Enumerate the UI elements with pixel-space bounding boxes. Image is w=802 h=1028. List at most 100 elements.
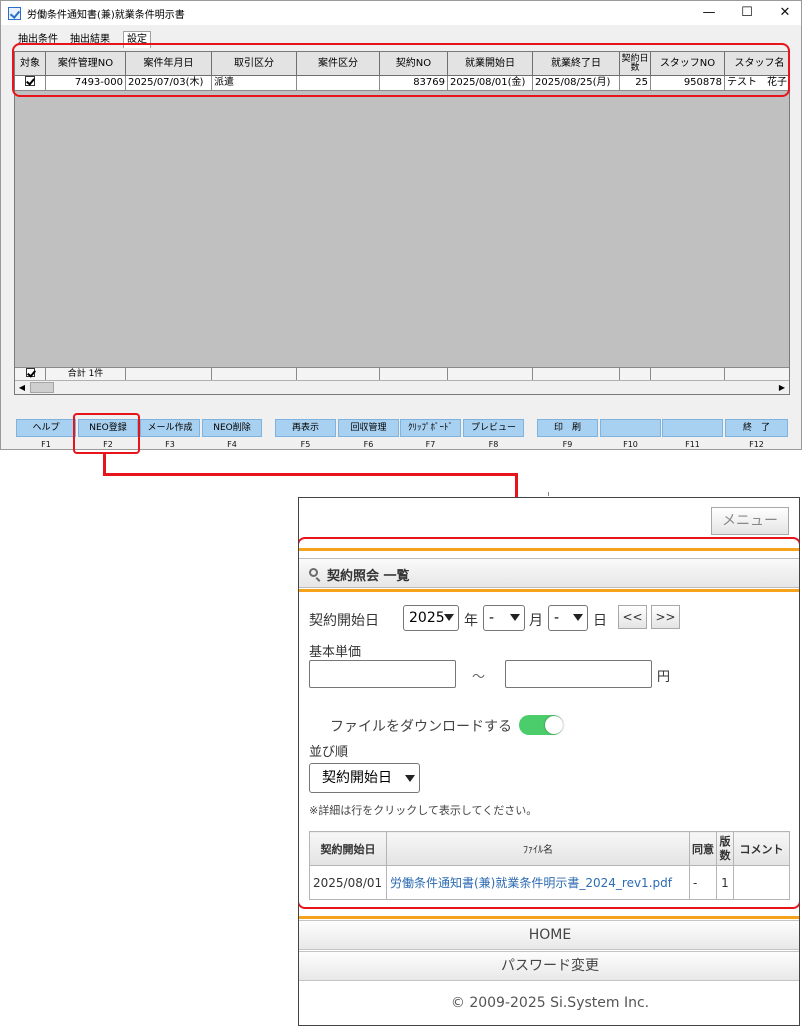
scroll-left-icon[interactable]: ◀ [16,382,28,393]
fkey-f11-label: F11 [685,440,700,449]
scroll-thumb[interactable] [30,382,54,393]
grid-header: 対象 案件管理NO 案件年月日 取引区分 案件区分 契約NO 就業開始日 就業終… [15,52,789,76]
fkey-f9-label: F9 [562,440,573,449]
fkey-f7-button[interactable]: ｸﾘｯﾌﾟﾎﾞｰﾄﾞ [400,419,461,437]
col-header-case-type[interactable]: 案件区分 [297,52,380,76]
title-bar: 労働条件通知書(兼)就業条件明示書 — ☐ ✕ [1,1,801,25]
col-header-staff-name[interactable]: スタッフ名 [725,52,789,76]
select-all-checkbox[interactable] [25,368,35,377]
fkey-f3-button[interactable]: メール作成 [140,419,200,437]
fkey-f12-button[interactable]: 終 了 [725,419,788,437]
app-icon [8,7,21,20]
col-header-start-date[interactable]: 就業開始日 [448,52,533,76]
currency-unit: 円 [657,670,671,685]
close-button[interactable]: ✕ [767,1,801,25]
col-header-comment: コメント [733,831,790,866]
chevron-down-icon [573,614,583,621]
chevron-down-icon [444,614,454,621]
table-row[interactable]: 2025/08/01 労働条件通知書(兼)就業条件明示書_2024_rev1.p… [309,865,790,900]
cell-end-date: 2025/08/25(月) [533,76,620,91]
col-header-transaction-type[interactable]: 取引区分 [212,52,297,76]
cell-case-date: 2025/07/03(木) [126,76,212,91]
year-select[interactable]: 2025 [403,605,459,631]
col-header-end-date[interactable]: 就業終了日 [533,52,620,76]
app-window: 労働条件通知書(兼)就業条件明示書 — ☐ ✕ 抽出条件 抽出結果 設定 対象 … [0,0,802,450]
prev-period-button[interactable]: << [618,605,647,629]
nav-password-change-link[interactable]: パスワード変更 [299,951,799,981]
table-row[interactable]: 7493-000 2025/07/03(木) 派遣 83769 2025/08/… [15,76,789,91]
window-title: 労働条件通知書(兼)就業条件明示書 [27,10,185,21]
row-checkbox-cell[interactable] [15,76,46,91]
tab-extract-results[interactable]: 抽出結果 [67,31,113,48]
help-note: ※詳細は行をクリックして表示してください。 [309,804,538,817]
cell-staff-no: 950878 [651,76,725,91]
row-checkbox[interactable] [25,76,35,86]
next-period-button[interactable]: >> [651,605,680,629]
tab-extract-conditions[interactable]: 抽出条件 [15,31,61,48]
fkey-f5-label: F5 [300,440,311,449]
connector-line [103,473,518,476]
unit-price-max-input[interactable] [505,660,652,688]
nav-home-link[interactable]: HOME [299,920,799,950]
fkey-f9-button[interactable]: 印 刷 [537,419,598,437]
day-value: - [554,610,560,626]
horizontal-scrollbar[interactable]: ◀ ▶ [15,380,789,394]
month-select[interactable]: - [483,605,525,631]
unit-price-min-input[interactable] [309,660,456,688]
fkey-f4-label: F4 [227,440,237,449]
cell-agree: - [689,865,717,900]
download-toggle[interactable] [519,715,563,735]
contract-table: 契約開始日 ﾌｧｲﾙ名 同意 版数 コメント 2025/08/01 労働条件通知… [309,831,790,900]
footer-cell [620,367,651,380]
col-header-file-name: ﾌｧｲﾙ名 [386,831,690,866]
fkey-f4-button[interactable]: NEO削除 [202,419,262,437]
unit-price-label: 基本単価 [309,645,362,660]
col-header-case-date[interactable]: 案件年月日 [126,52,212,76]
sort-select[interactable]: 契約開始日 [309,763,420,793]
accent-rule [299,589,799,592]
fkey-f8-button[interactable]: プレビュー [463,419,524,437]
cell-version: 1 [716,865,734,900]
toggle-knob [545,716,563,734]
fkey-f8-label: F8 [488,440,499,449]
col-header-contract-days[interactable]: 契約日数 [620,52,651,76]
col-header-contract-no[interactable]: 契約NO [380,52,448,76]
col-header-staff-no[interactable]: スタッフNO [651,52,725,76]
cell-start-date: 2025/08/01 [309,865,387,900]
tab-settings[interactable]: 設定 [123,31,151,48]
footer-checkbox-cell[interactable] [15,367,46,380]
download-toggle-label: ファイルをダウンロードする [330,719,512,735]
col-header-start-date: 契約開始日 [309,831,387,866]
fkey-f6-button[interactable]: 回収管理 [338,419,399,437]
fkey-f3-label: F3 [165,440,175,449]
divider [548,492,549,496]
menu-button[interactable]: メニュー [711,507,789,535]
copyright: © 2009-2025 Si.System Inc. [450,995,650,1011]
footer-total: 合計 1件 [46,367,126,380]
footer-cell [212,367,297,380]
fkey-f1-button[interactable]: ヘルプ [16,419,76,437]
section-header: 契約照会 一覧 [299,558,799,588]
fkey-f12-label: F12 [749,440,764,449]
month-unit: 月 [529,613,543,629]
fkey-f5-button[interactable]: 再表示 [275,419,336,437]
month-value: - [489,610,495,626]
cell-staff-name: テスト 花子 [725,76,789,91]
fkey-f10-label: F10 [623,440,638,449]
cell-start-date: 2025/08/01(金) [448,76,533,91]
footer-cell [533,367,620,380]
col-header-case-no[interactable]: 案件管理NO [46,52,126,76]
fkey-f2-button[interactable]: NEO登録 [78,419,138,437]
fkey-f11-button[interactable] [662,419,723,437]
file-link[interactable]: 労働条件通知書(兼)就業条件明示書_2024_rev1.pdf [386,865,690,900]
fkey-f10-button[interactable] [600,419,661,437]
footer-cell [126,367,212,380]
minimize-button[interactable]: — [691,1,727,25]
maximize-button[interactable]: ☐ [729,1,765,25]
day-select[interactable]: - [548,605,588,631]
scroll-right-icon[interactable]: ▶ [776,382,788,393]
cell-contract-days: 25 [620,76,651,91]
col-header-target[interactable]: 対象 [15,52,46,76]
cell-case-type [297,76,380,91]
cell-comment [733,865,790,900]
